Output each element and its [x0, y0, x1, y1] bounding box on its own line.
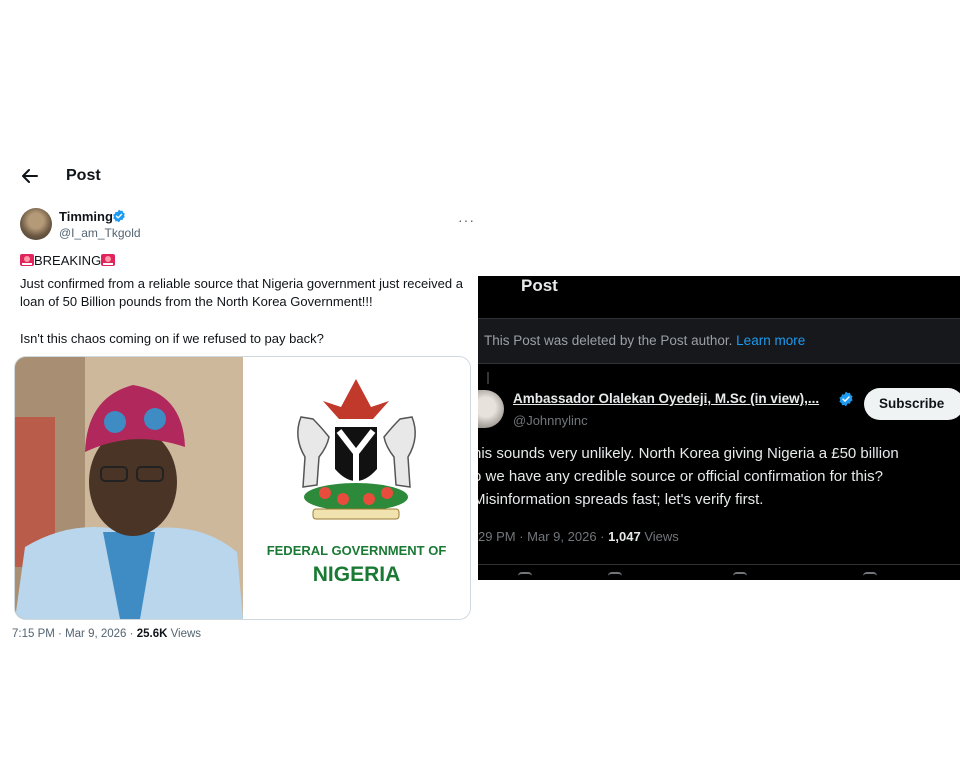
deleted-post-banner: This Post was deleted by the Post author… [478, 318, 960, 364]
reply-body-text: his sounds very unlikely. North Korea gi… [478, 442, 899, 511]
like-icon[interactable] [733, 572, 747, 580]
siren-icon [20, 254, 34, 266]
reply-line: Misinformation spreads fast; let's verif… [478, 491, 764, 508]
back-arrow-icon[interactable] [20, 166, 40, 186]
breaking-line: BREAKING [20, 253, 116, 268]
verified-badge-icon [113, 209, 125, 223]
page-title: Post [66, 167, 101, 184]
repost-icon[interactable] [608, 572, 622, 580]
person-photo [15, 357, 243, 619]
views-label: Views [644, 529, 679, 544]
post-date[interactable]: Mar 9, 2026 [527, 529, 596, 544]
coat-of-arms-panel: FEDERAL GOVERNMENT OF NIGERIA [243, 357, 470, 619]
post-meta: 29 PM · Mar 9, 2026 · 1,047 Views [478, 529, 679, 544]
post-time[interactable]: 29 PM [478, 529, 516, 544]
author-handle[interactable]: @I_am_Tkgold [59, 226, 141, 240]
reply-line: his sounds very unlikely. North Korea gi… [478, 445, 899, 462]
deleted-notice: This Post was deleted by the Post author… [484, 333, 733, 348]
page-title: Post [521, 276, 558, 295]
coat-of-arms-icon [297, 379, 416, 520]
meta-separator: · [600, 529, 605, 544]
views-label: Views [170, 628, 202, 640]
meta-separator: · [129, 628, 134, 640]
post-date[interactable]: Mar 9, 2026 [65, 628, 126, 640]
avatar[interactable] [20, 208, 52, 240]
post-time[interactable]: 7:15 PM [12, 628, 55, 640]
post-body-text: Just confirmed from a reliable source th… [20, 276, 463, 309]
light-post-screenshot: Post Timming @I_am_Tkgold ··· BREAKING J… [8, 156, 478, 656]
dark-post-screenshot: Post This Post was deleted by the Post a… [478, 276, 960, 580]
emblem-caption-line1: FEDERAL GOVERNMENT OF [266, 543, 447, 558]
bookmark-icon[interactable] [863, 572, 877, 580]
reply-line: o we have any credible source or officia… [478, 468, 883, 485]
post-media[interactable]: FEDERAL GOVERNMENT OF NIGERIA [14, 356, 471, 620]
meta-separator: · [58, 628, 62, 640]
post-meta: 7:15 PM · Mar 9, 2026 · 25.6K Views [12, 628, 201, 640]
views-count: 25.6K [136, 628, 168, 640]
thread-connector-line [487, 372, 489, 384]
avatar[interactable] [478, 390, 504, 428]
author-name[interactable]: Ambassador Olalekan Oyedeji, M.Sc (in vi… [513, 391, 819, 406]
post-question-text: Isn't this chaos coming on if we refused… [20, 331, 324, 346]
more-options-icon[interactable]: ··· [458, 212, 475, 228]
author-name[interactable]: Timming [59, 209, 113, 224]
emblem-caption-line2: NIGERIA [312, 563, 401, 586]
divider [478, 564, 960, 565]
author-handle[interactable]: @Johnnylinc [513, 413, 588, 428]
meta-separator: · [519, 529, 524, 544]
verified-badge-icon [839, 391, 853, 407]
views-count: 1,047 [608, 529, 641, 544]
breaking-label: BREAKING [34, 253, 102, 268]
learn-more-link[interactable]: Learn more [736, 333, 805, 348]
subscribe-button[interactable]: Subscribe [864, 388, 960, 420]
reply-icon[interactable] [518, 572, 532, 580]
siren-icon [101, 254, 116, 266]
